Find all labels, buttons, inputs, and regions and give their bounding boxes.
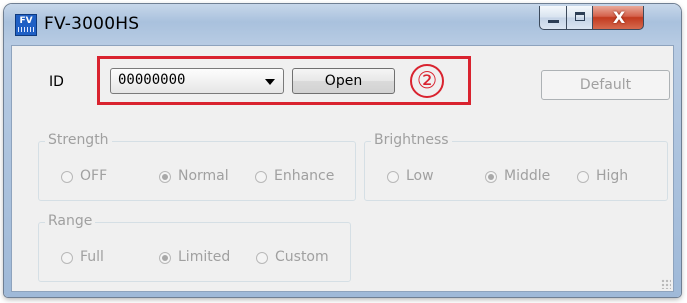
radio-selected-icon xyxy=(159,171,171,183)
radio-label: Middle xyxy=(504,168,551,184)
id-label: ID xyxy=(49,74,64,90)
radio-off-icon xyxy=(61,252,73,264)
close-button[interactable]: X xyxy=(592,6,644,30)
title-bar[interactable]: FV FV-3000HS X xyxy=(4,4,681,44)
app-icon[interactable]: FV xyxy=(15,14,37,36)
app-window: FV FV-3000HS X ID 00000000 Open ② Defaul… xyxy=(4,4,681,297)
radio-label: Normal xyxy=(178,168,229,184)
callout-number: ② xyxy=(410,64,444,98)
maximize-icon xyxy=(575,12,585,21)
radio-label: High xyxy=(596,168,629,184)
radio-off-icon xyxy=(256,252,268,264)
strength-legend: Strength xyxy=(45,132,112,148)
radio-label: OFF xyxy=(80,168,108,184)
radio-selected-icon xyxy=(159,252,171,264)
radio-off-icon xyxy=(387,171,399,183)
range-legend: Range xyxy=(45,213,96,229)
maximize-button[interactable] xyxy=(566,6,593,30)
minimize-button[interactable] xyxy=(539,6,567,30)
radio-label: Limited xyxy=(178,249,231,265)
radio-label: Custom xyxy=(275,249,329,265)
radio-selected-icon xyxy=(485,171,497,183)
radio-off-icon xyxy=(61,171,73,183)
radio-label: Low xyxy=(406,168,434,184)
dialog-body: ID 00000000 Open ② Default Strength OFF … xyxy=(11,45,674,292)
brightness-legend: Brightness xyxy=(371,132,452,148)
radio-off-icon xyxy=(255,171,267,183)
brightness-group: Brightness Low Middle High xyxy=(364,132,668,201)
minimize-icon xyxy=(548,20,559,23)
radio-label: Full xyxy=(80,249,104,265)
close-icon: X xyxy=(612,8,626,27)
radio-label: Enhance xyxy=(274,168,335,184)
default-button[interactable]: Default xyxy=(541,70,670,100)
range-group: Range Full Limited Custom xyxy=(38,213,351,282)
window-title: FV-3000HS xyxy=(44,14,140,34)
strength-group: Strength OFF Normal Enhance xyxy=(38,132,356,201)
resize-grip-icon[interactable] xyxy=(661,279,671,289)
radio-off-icon xyxy=(577,171,589,183)
